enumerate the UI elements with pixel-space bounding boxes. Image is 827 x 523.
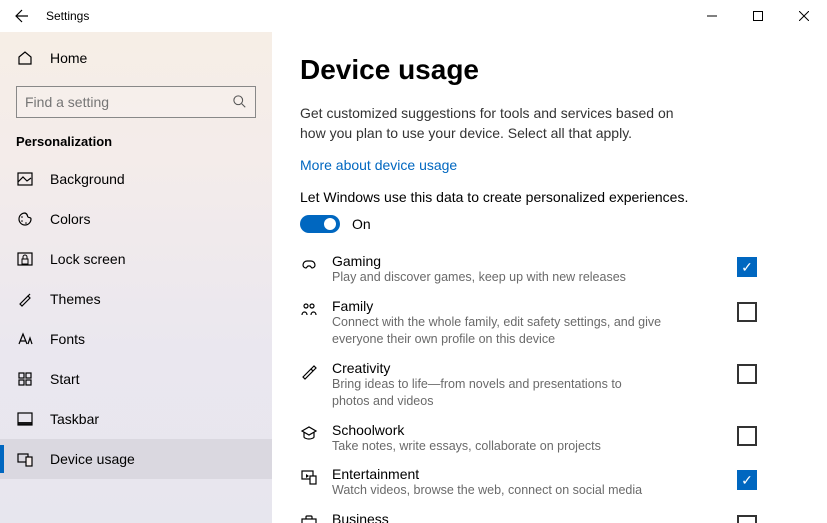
schoolwork-icon [300,422,318,442]
sidebar-home[interactable]: Home [0,38,272,78]
picture-icon [16,171,34,187]
back-button[interactable] [0,0,44,32]
usage-title: Entertainment [332,466,662,482]
body: Home Personalization Background Colors L… [0,32,827,523]
usage-desc: Watch videos, browse the web, connect on… [332,482,662,499]
sidebar-item-fonts[interactable]: Fonts [0,319,272,359]
usage-checkbox-entertainment[interactable]: ✓ [737,470,757,490]
usage-title: Schoolwork [332,422,662,438]
gaming-icon [300,253,318,273]
minimize-button[interactable] [689,0,735,32]
settings-window: Settings Home Personalization [0,0,827,523]
more-link[interactable]: More about device usage [300,157,457,173]
creativity-icon [300,360,318,380]
taskbar-icon [16,411,34,427]
sidebar: Home Personalization Background Colors L… [0,32,272,523]
usage-title: Creativity [332,360,662,376]
search-wrap [0,78,272,130]
usage-item-schoolwork[interactable]: Schoolwork Take notes, write essays, col… [300,418,787,459]
usage-title: Gaming [332,253,662,269]
page-title: Device usage [300,54,787,86]
usage-title: Family [332,298,662,314]
usage-item-family[interactable]: Family Connect with the whole family, ed… [300,294,787,352]
device-usage-icon [16,451,34,467]
search-icon [233,95,247,109]
usage-checkbox-business[interactable] [737,515,757,523]
usage-checkbox-gaming[interactable]: ✓ [737,257,757,277]
close-icon [799,11,809,21]
search-input[interactable] [25,94,233,110]
start-icon [16,371,34,387]
personalized-toggle[interactable] [300,215,340,233]
home-icon [16,50,34,66]
sidebar-item-label: Fonts [50,331,85,347]
maximize-icon [753,11,763,21]
usage-list: Gaming Play and discover games, keep up … [300,249,787,523]
themes-icon [16,291,34,307]
usage-title: Business [332,511,662,523]
sidebar-item-label: Background [50,171,125,187]
sidebar-item-label: Colors [50,211,90,227]
sidebar-item-themes[interactable]: Themes [0,279,272,319]
usage-desc: Bring ideas to life—from novels and pres… [332,376,662,410]
sidebar-item-label: Device usage [50,451,135,467]
sidebar-item-label: Themes [50,291,101,307]
sidebar-item-colors[interactable]: Colors [0,199,272,239]
sidebar-section-label: Personalization [0,130,272,159]
entertainment-icon [300,466,318,486]
page-description: Get customized suggestions for tools and… [300,104,700,143]
usage-checkbox-creativity[interactable] [737,364,757,384]
usage-item-business[interactable]: Business Track expenses, manage customer… [300,507,787,523]
usage-item-creativity[interactable]: Creativity Bring ideas to life—from nove… [300,356,787,414]
search-box[interactable] [16,86,256,118]
minimize-icon [707,11,717,21]
lockscreen-icon [16,251,34,267]
usage-desc: Play and discover games, keep up with ne… [332,269,662,286]
sidebar-item-device-usage[interactable]: Device usage [0,439,272,479]
sidebar-item-label: Lock screen [50,251,125,267]
sidebar-item-label: Taskbar [50,411,99,427]
business-icon [300,511,318,523]
palette-icon [16,211,34,227]
fonts-icon [16,331,34,347]
sidebar-home-label: Home [50,50,87,66]
usage-checkbox-schoolwork[interactable] [737,426,757,446]
usage-item-gaming[interactable]: Gaming Play and discover games, keep up … [300,249,787,290]
sidebar-item-label: Start [50,371,80,387]
maximize-button[interactable] [735,0,781,32]
family-icon [300,298,318,318]
toggle-label: On [352,216,371,232]
toggle-knob [324,218,336,230]
usage-desc: Connect with the whole family, edit safe… [332,314,662,348]
sidebar-item-taskbar[interactable]: Taskbar [0,399,272,439]
page-subtext: Let Windows use this data to create pers… [300,189,787,205]
usage-checkbox-family[interactable] [737,302,757,322]
usage-item-entertainment[interactable]: Entertainment Watch videos, browse the w… [300,462,787,503]
arrow-left-icon [14,8,30,24]
titlebar: Settings [0,0,827,32]
usage-desc: Take notes, write essays, collaborate on… [332,438,662,455]
app-title: Settings [44,9,89,23]
toggle-row: On [300,215,787,233]
close-button[interactable] [781,0,827,32]
sidebar-item-start[interactable]: Start [0,359,272,399]
sidebar-item-lockscreen[interactable]: Lock screen [0,239,272,279]
sidebar-item-background[interactable]: Background [0,159,272,199]
content: Device usage Get customized suggestions … [272,32,827,523]
